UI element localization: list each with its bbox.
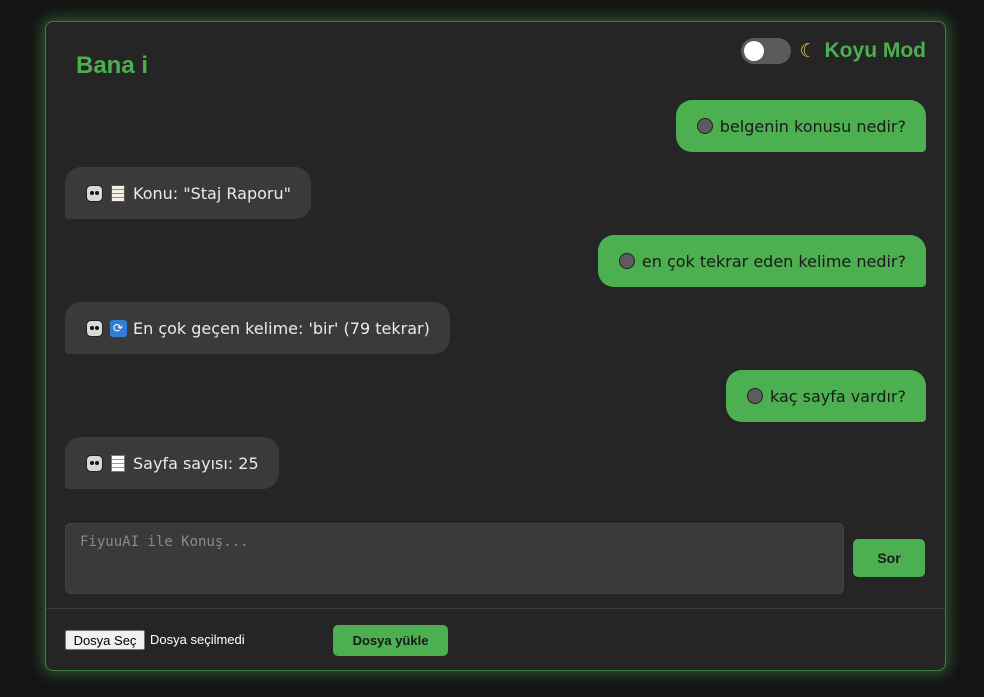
message-text: belgenin konusu nedir? [719, 116, 906, 136]
message-text: Konu: "Staj Raporu" [133, 183, 291, 203]
robot-icon [85, 319, 103, 337]
repeat-icon: ⟳ [109, 319, 127, 337]
robot-icon [85, 454, 103, 472]
user-avatar-icon [618, 252, 636, 270]
dark-mode-toggle[interactable] [741, 38, 792, 64]
message-text: kaç sayfa vardır? [769, 386, 906, 406]
bot-message: Konu: "Staj Raporu" [65, 167, 311, 219]
upload-bar: Dosya Seç Dosya seçilmedi Dosya yükle [46, 608, 945, 670]
toggle-knob [744, 41, 765, 61]
message-text: Sayfa sayısı: 25 [133, 453, 259, 473]
user-avatar-icon [746, 387, 764, 405]
chat-panel: Bana i ☾ Koyu Mod belgenin konusu nedir?… [45, 21, 946, 671]
page-title: Bana i [76, 52, 149, 79]
dark-mode-control: ☾ Koyu Mod [741, 38, 926, 64]
bot-message: Sayfa sayısı: 25 [65, 437, 279, 489]
user-avatar-icon [696, 117, 714, 135]
message-text: en çok tekrar eden kelime nedir? [641, 251, 906, 271]
choose-file-button[interactable]: Dosya Seç [65, 630, 145, 650]
page-icon [109, 454, 127, 472]
memo-icon [109, 184, 127, 202]
file-status: Dosya seçilmedi [150, 632, 245, 647]
robot-icon [85, 184, 103, 202]
user-message: kaç sayfa vardır? [725, 370, 926, 422]
user-message: belgenin konusu nedir? [675, 100, 926, 152]
moon-icon: ☾ [799, 39, 817, 62]
bot-message: ⟳ En çok geçen kelime: 'bir' (79 tekrar) [65, 302, 450, 354]
message-text: En çok geçen kelime: 'bir' (79 tekrar) [133, 318, 430, 338]
chat-input[interactable] [65, 523, 844, 594]
send-button[interactable]: Sor [853, 539, 925, 577]
user-message: en çok tekrar eden kelime nedir? [597, 235, 926, 287]
upload-button[interactable]: Dosya yükle [333, 625, 448, 656]
dark-mode-label: Koyu Mod [824, 39, 926, 62]
